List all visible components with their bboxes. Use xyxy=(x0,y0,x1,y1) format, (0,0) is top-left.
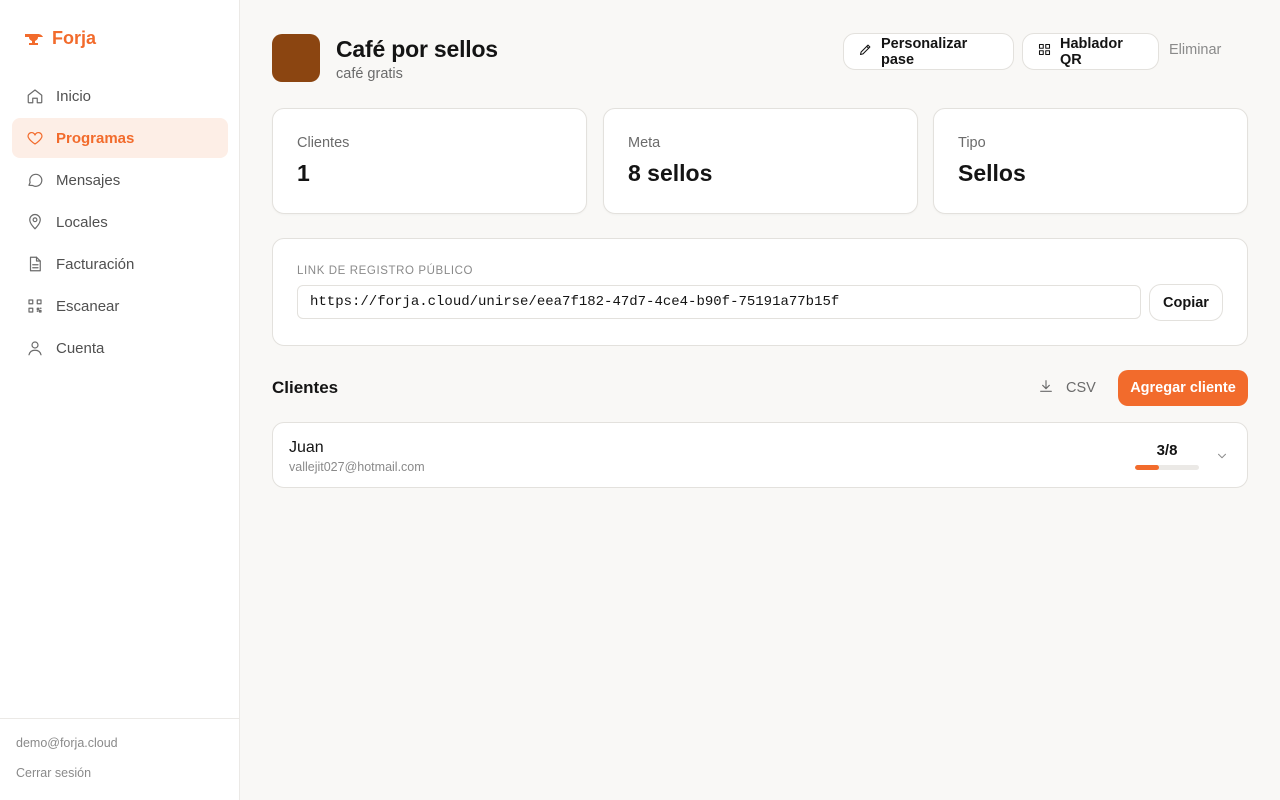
anvil-icon xyxy=(24,33,44,45)
qr-stand-button[interactable]: Hablador QR xyxy=(1022,33,1159,70)
stamp-progress-fill xyxy=(1135,465,1159,470)
registration-link-card: LINK DE REGISTRO PÚBLICO https://forja.c… xyxy=(272,238,1248,346)
program-header: Café por sellos café gratis Personalizar… xyxy=(272,33,1248,82)
chevron-down-icon[interactable] xyxy=(1215,449,1229,463)
sidebar-item-label: Locales xyxy=(56,213,108,231)
stat-card-clientes: Clientes 1 xyxy=(272,108,587,214)
table-row[interactable]: Juan vallejit027@hotmail.com 3/8 xyxy=(272,422,1248,488)
sidebar-item-mensajes[interactable]: Mensajes xyxy=(12,160,228,200)
stamp-progress-text: 3/8 xyxy=(1156,442,1178,459)
sidebar-item-label: Facturación xyxy=(56,255,135,273)
sidebar-item-label: Escanear xyxy=(56,297,120,315)
qr-grid-icon xyxy=(1037,42,1052,61)
sidebar-item-cuenta[interactable]: Cuenta xyxy=(12,328,228,368)
sidebar-item-label: Inicio xyxy=(56,87,92,105)
pencil-icon xyxy=(858,42,873,61)
stats-row: Clientes 1 Meta 8 sellos Tipo Sellos xyxy=(272,108,1248,214)
customize-pass-button[interactable]: Personalizar pase xyxy=(843,33,1014,70)
stat-value: 1 xyxy=(297,160,310,186)
heart-icon xyxy=(26,129,44,147)
stat-card-tipo: Tipo Sellos xyxy=(933,108,1248,214)
page-title: Café por sellos xyxy=(336,36,498,62)
sidebar-item-label: Cuenta xyxy=(56,339,105,357)
document-icon xyxy=(26,255,44,273)
delete-button[interactable]: Eliminar xyxy=(1169,42,1221,58)
stat-value: 8 sellos xyxy=(628,160,713,186)
scan-icon xyxy=(26,297,44,315)
stat-card-meta: Meta 8 sellos xyxy=(603,108,918,214)
sidebar-item-label: Mensajes xyxy=(56,171,121,189)
brand-logo[interactable]: Forja xyxy=(24,28,96,49)
user-icon xyxy=(26,339,44,357)
sidebar-footer: demo@forja.cloud Cerrar sesión xyxy=(0,718,240,800)
stat-value: Sellos xyxy=(958,160,1026,186)
sidebar: Forja Inicio Programas Mensajes Locales … xyxy=(0,0,240,800)
sidebar-item-inicio[interactable]: Inicio xyxy=(12,76,228,116)
add-client-button[interactable]: Agregar cliente xyxy=(1118,370,1248,406)
customize-pass-label: Personalizar pase xyxy=(881,35,968,68)
sidebar-item-locales[interactable]: Locales xyxy=(12,202,228,242)
client-name: Juan xyxy=(289,439,324,456)
logout-link[interactable]: Cerrar sesión xyxy=(16,766,91,780)
sidebar-item-programas[interactable]: Programas xyxy=(12,118,228,158)
clients-header: Clientes CSV Agregar cliente xyxy=(272,370,1248,406)
stamp-progress-bar xyxy=(1135,465,1199,470)
brand-name: Forja xyxy=(52,28,97,48)
download-icon xyxy=(1038,378,1054,398)
client-email: vallejit027@hotmail.com xyxy=(289,460,425,474)
map-pin-icon xyxy=(26,213,44,231)
qr-stand-label: Hablador QR xyxy=(1060,35,1123,68)
stat-label: Clientes xyxy=(297,135,350,151)
home-icon xyxy=(26,87,44,105)
registration-link-label: LINK DE REGISTRO PÚBLICO xyxy=(297,265,474,277)
message-icon xyxy=(26,171,44,189)
page-subtitle: café gratis xyxy=(336,66,403,82)
user-email: demo@forja.cloud xyxy=(16,736,118,750)
stat-label: Tipo xyxy=(958,135,986,151)
sidebar-item-label: Programas xyxy=(56,129,135,147)
stat-label: Meta xyxy=(628,135,661,151)
sidebar-item-escanear[interactable]: Escanear xyxy=(12,286,228,326)
sidebar-nav: Inicio Programas Mensajes Locales Factur… xyxy=(12,76,228,370)
csv-label: CSV xyxy=(1066,380,1096,396)
sidebar-item-facturacion[interactable]: Facturación xyxy=(12,244,228,284)
program-thumbnail xyxy=(272,34,320,82)
clients-title: Clientes xyxy=(272,378,339,397)
copy-button[interactable]: Copiar xyxy=(1149,284,1223,321)
registration-link-field[interactable]: https://forja.cloud/unirse/eea7f182-47d7… xyxy=(297,285,1141,319)
csv-export-button[interactable]: CSV xyxy=(1038,378,1096,398)
